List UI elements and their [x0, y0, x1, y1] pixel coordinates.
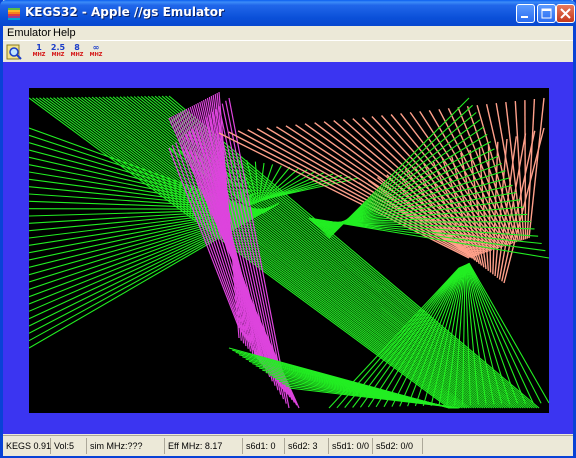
speed-unit: MHZ [70, 52, 84, 58]
emulator-viewport[interactable] [3, 62, 573, 434]
speed-label: ∞ [92, 43, 100, 52]
minimize-button[interactable] [516, 4, 535, 23]
graphics-line [102, 96, 497, 409]
status-sim-mhz: sim MHz:??? [87, 438, 165, 454]
maximize-icon [541, 8, 552, 19]
graphics-display [28, 91, 550, 409]
status-s5d1: s5d1: 0/0 [329, 438, 373, 454]
status-version: KEGS 0.91 [3, 438, 51, 454]
emulator-screen[interactable] [28, 88, 550, 413]
speed-label: 1 [36, 43, 42, 52]
maximize-button[interactable] [537, 4, 556, 23]
apple-logo-icon [8, 8, 20, 20]
speed-unit: MHZ [89, 52, 103, 58]
speed-label: 2.5 [50, 43, 66, 52]
close-button[interactable] [556, 4, 575, 23]
close-icon [560, 8, 571, 19]
speed-label: 8 [74, 43, 80, 52]
graphics-line [487, 144, 492, 273]
status-s6d1: s6d1: 0 [243, 438, 285, 454]
status-bar: KEGS 0.91 Vol:5 sim MHz:??? Eff MHz: 8.1… [3, 435, 573, 456]
speed-2-5mhz-button[interactable]: 2.5 MHZ [48, 43, 68, 59]
eff-mhz-value: 8.17 [204, 441, 223, 451]
title-bar[interactable]: KEGS32 - Apple //gs Emulator [0, 0, 576, 26]
graphics-line [524, 100, 527, 240]
speed-unlimited-button[interactable]: ∞ MHZ [86, 43, 106, 59]
speed-unit: MHZ [51, 52, 65, 58]
graphics-line [28, 208, 270, 210]
open-disk-icon[interactable] [6, 44, 22, 60]
speed-unit: MHZ [32, 52, 46, 58]
minimize-icon [521, 16, 528, 18]
menu-help[interactable]: Help [53, 26, 76, 40]
graphics-line [109, 96, 502, 409]
speed-8mhz-button[interactable]: 8 MHZ [67, 43, 87, 59]
toolbar: 1 MHZ 2.5 MHZ 8 MHZ ∞ MHZ [3, 40, 573, 63]
status-s6d2: s6d2: 3 [285, 438, 329, 454]
status-s5d2: s5d2: 0/0 [373, 438, 423, 454]
emulator-window: KEGS32 - Apple //gs Emulator Emulator He… [0, 0, 576, 458]
menu-emulator[interactable]: Emulator [7, 26, 51, 40]
status-volume: Vol:5 [51, 438, 87, 454]
status-eff-mhz: Eff MHz: 8.17 [165, 438, 243, 454]
menu-bar: Emulator Help [3, 26, 573, 40]
window-title: KEGS32 - Apple //gs Emulator [25, 5, 224, 19]
eff-mhz-label: Eff MHz: [168, 441, 203, 451]
graphics-line [215, 108, 279, 391]
speed-1mhz-button[interactable]: 1 MHZ [29, 43, 49, 59]
